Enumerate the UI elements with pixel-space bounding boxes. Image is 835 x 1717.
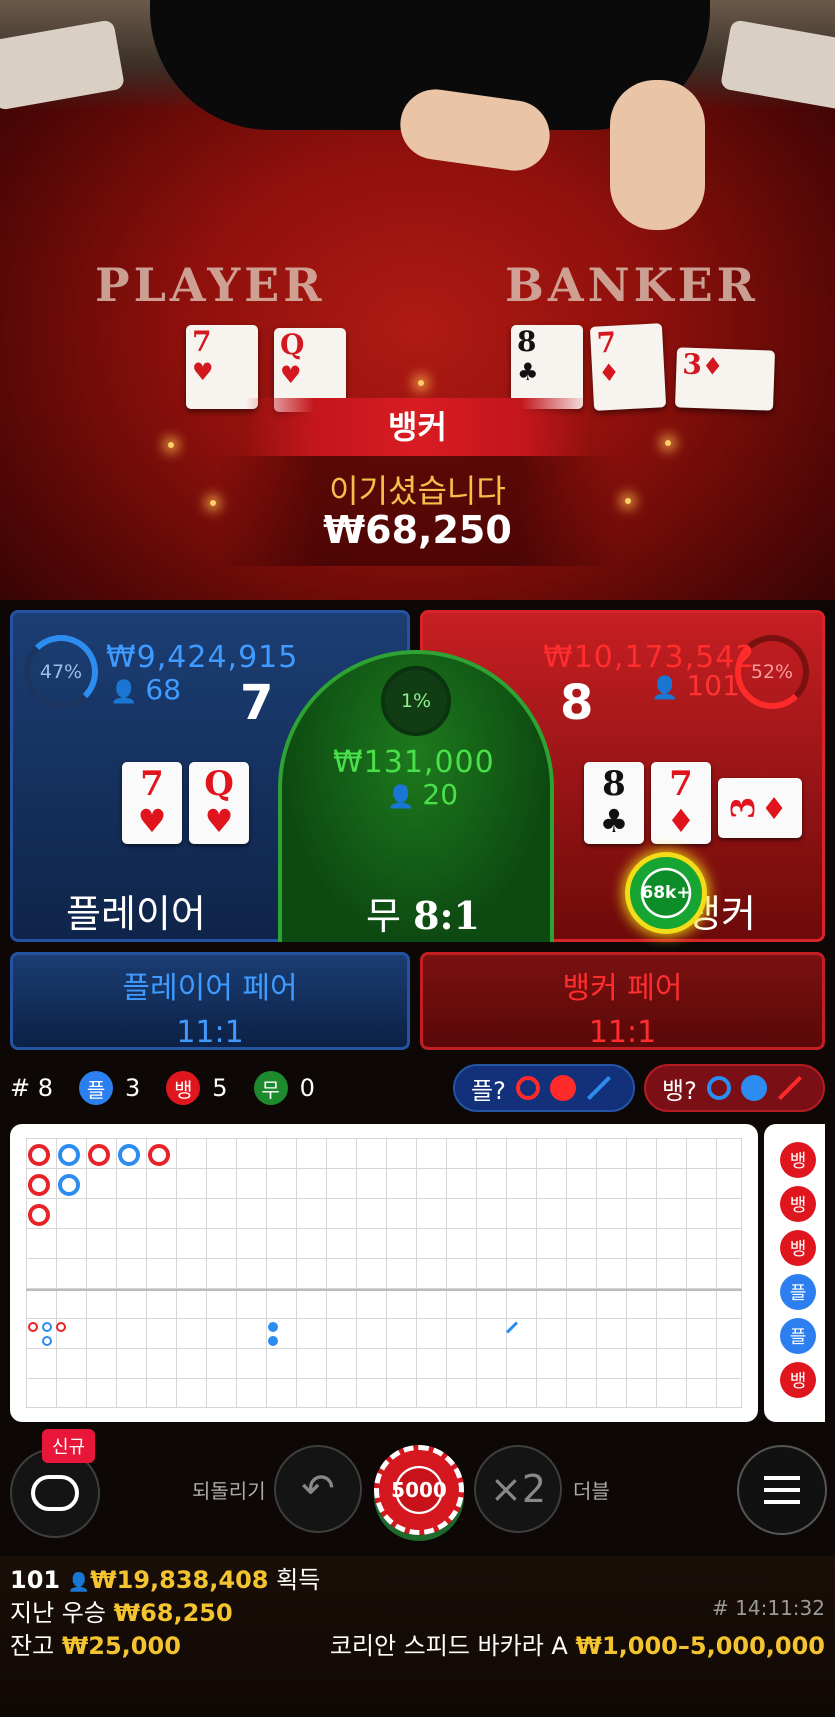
double-button[interactable]: ×2 [474,1445,562,1533]
banker-score: 8 [560,675,594,731]
road-grid [26,1138,742,1408]
menu-button[interactable] [737,1445,827,1535]
banker-card-1: 8 ♣ [584,762,644,844]
road-divider [26,1289,742,1291]
undo-icon: ↶ [301,1466,335,1512]
small-road-blue-icon [740,1075,767,1101]
big-eye-marker [56,1322,66,1332]
banker-marker-icon: 뱅 [166,1071,201,1105]
banker-bettor-count: 👤 101 [651,669,740,702]
banker-card-2: 7 ♦ [651,762,711,844]
placed-chip-banker[interactable]: 68k+ [625,852,707,934]
table-winnings-line: 101 👤₩19,838,408 획득 [10,1566,321,1594]
felt-player-word: PLAYER [95,258,326,312]
big-road-banker [28,1204,50,1226]
banker-pair-label: 뱅커 페어 [562,971,683,1006]
big-road-banker [148,1144,170,1166]
big-road-banker [28,1174,50,1196]
video-banker-card-1: 8 ♣ [511,325,583,409]
big-road-banker [88,1144,110,1166]
round-stats: # 8 플 3 뱅 5 무 0 [10,1068,341,1108]
video-banker-card-2: 7 ♦ [589,323,667,411]
player-card-2: Q ♥ [189,762,249,844]
player-score: 7 [240,675,274,731]
person-icon: 👤 [67,1572,91,1593]
banker-win-count: 뱅 5 [166,1071,228,1105]
person-icon: 👤 [651,676,679,701]
undo-label: 되돌리기 [192,1479,266,1503]
ask-banker-button[interactable]: 뱅? [644,1064,825,1112]
big-eye-marker [28,1322,38,1332]
big-road-player [58,1174,80,1196]
table-info: 코리안 스피드 바카라 A ₩1,000–5,000,000 [329,1632,825,1660]
big-road-player [58,1144,80,1166]
tie-marker-icon: 무 [253,1071,288,1105]
tie-total-bet: ₩131,000 [333,745,495,780]
last-win-line: 지난 우승 ₩68,250 [10,1599,233,1627]
balance-line: 잔고 ₩25,000 [10,1632,181,1660]
banker-pair-odds: 11:1 [588,1015,657,1050]
small-road-red-icon [549,1075,576,1101]
cockroach-red-icon [777,1075,802,1101]
bead-banker: 뱅 [780,1142,816,1178]
sparkle [418,380,424,386]
bead-banker: 뱅 [780,1362,816,1398]
big-eye-marker [42,1336,52,1346]
tie-bettor-count: 👤 20 [387,778,459,811]
player-percent-ring: 47% [24,635,98,709]
lobby-icon [31,1475,79,1511]
tie-zone-label: 무 8:1 [366,893,480,938]
round-time: # 14:11:32 [712,1596,825,1620]
sparkle [168,442,174,448]
ask-player-button[interactable]: 플? [453,1064,635,1112]
banker-pair-bet-spot[interactable]: 뱅커 페어 11:1 [420,952,825,1050]
bead-player: 플 [780,1274,816,1310]
player-pair-bet-spot[interactable]: 플레이어 페어 11:1 [10,952,410,1050]
bead-banker: 뱅 [780,1230,816,1266]
sparkle [665,440,671,446]
scoreboard-road[interactable] [10,1124,758,1422]
chip-selector[interactable]: 5000 [374,1445,464,1535]
tie-percent-ring: 1% [381,666,451,736]
win-amount: ₩68,250 [323,508,512,552]
banker-card-3: 3♦ [718,778,802,838]
small-road-marker [268,1322,278,1332]
hamburger-icon [764,1476,800,1504]
video-player-card-1: 7 ♥ [186,325,258,409]
video-banker-card-3: 3♦ [674,347,776,411]
player-pair-label: 플레이어 페어 [122,971,298,1006]
player-zone-label: 플레이어 [66,892,206,936]
player-bettor-count: 👤 68 [110,673,182,706]
player-marker-icon: 플 [79,1071,114,1105]
live-video: PLAYER BANKER 7 ♥ Q ♥ 8 ♣ 7 ♦ 3♦ 뱅커 이기셨습니다 ₩… [0,0,835,600]
player-card-1: 7 ♥ [122,762,182,844]
undo-button[interactable]: ↶ [274,1445,362,1533]
player-pair-odds: 11:1 [176,1015,244,1050]
small-road-marker [268,1336,278,1346]
felt-banker-word: BANKER [505,258,759,312]
bead-road-side[interactable]: 뱅 뱅 뱅 플 플 뱅 [764,1124,825,1422]
big-road-banker [28,1144,50,1166]
person-icon: 👤 [110,680,138,705]
big-eye-red-icon [515,1076,540,1100]
double-icon: ×2 [489,1467,547,1511]
winner-banner: 뱅커 [245,398,590,456]
dealer-hand-right [610,80,705,230]
double-label: 더블 [573,1479,610,1503]
big-eye-marker [42,1322,52,1332]
player-total-bet: ₩9,424,915 [106,640,299,675]
cockroach-blue-icon [586,1075,611,1101]
person-icon: 👤 [387,785,415,810]
new-badge: 신규 [42,1429,96,1463]
tie-count: 무 0 [253,1071,315,1105]
bead-player: 플 [780,1318,816,1354]
bead-banker: 뱅 [780,1186,816,1222]
player-win-count: 플 3 [79,1071,140,1105]
round-number: # 8 [10,1074,54,1102]
win-message: 이기셨습니다 [329,472,506,510]
big-road-player [118,1144,140,1166]
big-eye-blue-icon [706,1076,731,1100]
